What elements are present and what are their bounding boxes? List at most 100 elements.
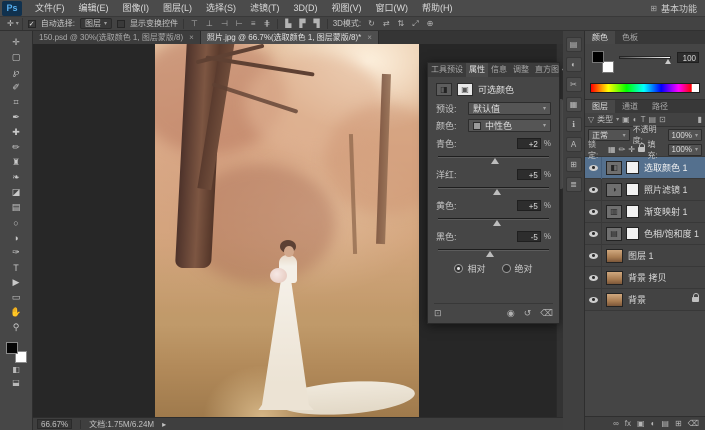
slider-thumb[interactable] bbox=[492, 189, 501, 195]
slider-thumb[interactable] bbox=[492, 220, 501, 226]
eyedropper-tool[interactable]: ✒ bbox=[4, 110, 28, 125]
yellow-value-input[interactable]: +5 bbox=[516, 200, 541, 211]
crop-tool[interactable]: ⌗ bbox=[4, 95, 28, 110]
character-panel-icon[interactable]: A bbox=[565, 137, 582, 152]
tab-properties[interactable]: 属性 bbox=[466, 63, 488, 77]
layer-mask-thumbnail[interactable] bbox=[626, 205, 639, 218]
layer-row-hue-saturation[interactable]: ▤ 色相/饱和度 1 bbox=[585, 222, 705, 245]
layer-row-photo-filter[interactable]: ◑ 照片滤镜 1 bbox=[585, 178, 705, 201]
adjustment-layer-icon[interactable]: ◑ bbox=[606, 182, 622, 197]
visibility-icon[interactable]: ◉ bbox=[507, 308, 515, 319]
color-value-input[interactable]: 100 bbox=[677, 52, 699, 63]
layer-name[interactable]: 选取颜色 1 bbox=[644, 161, 688, 174]
layer-thumbnail[interactable] bbox=[606, 270, 623, 285]
clip-to-layer-icon[interactable]: ⊡ bbox=[434, 308, 442, 319]
document-tab-active[interactable]: 照片.jpg @ 66.7%(选取颜色 1, 图层蒙版/8)* × bbox=[200, 31, 379, 44]
zoom-level-input[interactable]: 66.67% bbox=[37, 419, 73, 429]
rectangular-marquee-tool[interactable]: ▢ bbox=[4, 50, 28, 65]
horizontal-type-tool[interactable]: T bbox=[4, 260, 28, 275]
blur-tool[interactable]: ○ bbox=[4, 215, 28, 230]
rectangle-tool[interactable]: ▭ bbox=[4, 290, 28, 305]
filter-toggle-icon[interactable]: ▮ bbox=[698, 115, 702, 124]
relative-radio-option[interactable]: 相对 bbox=[454, 262, 486, 275]
menu-select[interactable]: 选择(S) bbox=[199, 0, 243, 17]
clone-stamp-tool[interactable]: ♜ bbox=[4, 155, 28, 170]
close-icon[interactable]: × bbox=[367, 33, 372, 42]
opacity-input[interactable]: 100% ▾ bbox=[667, 129, 702, 141]
distribute-icon[interactable]: ▜ bbox=[312, 19, 322, 28]
brush-tool[interactable]: ✏ bbox=[4, 140, 28, 155]
menu-view[interactable]: 视图(V) bbox=[325, 0, 369, 17]
black-value-input[interactable]: -5 bbox=[516, 231, 541, 242]
layer-name[interactable]: 照片滤镜 1 bbox=[644, 183, 688, 196]
tab-histogram[interactable]: 直方图 bbox=[532, 63, 562, 77]
visibility-toggle[interactable] bbox=[585, 178, 602, 201]
lock-all-icon[interactable] bbox=[637, 143, 645, 152]
adjustment-layer-icon[interactable]: ▥ bbox=[606, 204, 622, 219]
color-swatches[interactable] bbox=[5, 341, 27, 363]
workspace-switcher[interactable]: ⊞ 基本功能 bbox=[650, 2, 705, 15]
foreground-color-swatch[interactable] bbox=[6, 342, 18, 354]
eraser-tool[interactable]: ◪ bbox=[4, 185, 28, 200]
spot-healing-brush-tool[interactable]: ✚ bbox=[4, 125, 28, 140]
hand-tool[interactable]: ✋ bbox=[4, 305, 28, 320]
reset-icon[interactable]: ↺ bbox=[524, 308, 532, 319]
menu-layer[interactable]: 图层(L) bbox=[156, 0, 199, 17]
show-transform-checkbox[interactable] bbox=[116, 19, 125, 28]
visibility-toggle[interactable] bbox=[585, 156, 602, 179]
align-bottom-icon[interactable]: ⊥ bbox=[204, 19, 215, 28]
color-swatches[interactable] bbox=[592, 51, 614, 73]
pen-tool[interactable]: ✑ bbox=[4, 245, 28, 260]
menu-image[interactable]: 图像(I) bbox=[116, 0, 157, 17]
layer-row-background-copy[interactable]: 背景 拷贝 bbox=[585, 266, 705, 289]
slider-thumb[interactable] bbox=[486, 251, 495, 257]
visibility-toggle[interactable] bbox=[585, 244, 602, 267]
auto-select-dropdown[interactable]: 图层 ▾ bbox=[79, 18, 112, 29]
menu-3d[interactable]: 3D(D) bbox=[287, 0, 325, 17]
absolute-radio-option[interactable]: 绝对 bbox=[501, 262, 533, 275]
color-dropdown[interactable]: 中性色 ▾ bbox=[468, 119, 551, 132]
lock-transparency-icon[interactable]: ▦ bbox=[608, 145, 616, 154]
screen-mode-button[interactable]: ⬓ bbox=[4, 376, 28, 389]
quick-mask-button[interactable]: ◧ bbox=[4, 363, 28, 376]
layer-row-background[interactable]: 背景 bbox=[585, 288, 705, 311]
document-tab[interactable]: 150.psd @ 30%(选取颜色 1, 图层蒙版/8) × bbox=[33, 31, 201, 44]
3d-roll-icon[interactable]: ⇄ bbox=[381, 19, 392, 28]
visibility-toggle[interactable] bbox=[585, 266, 602, 289]
visibility-toggle[interactable] bbox=[585, 200, 602, 223]
menu-file[interactable]: 文件(F) bbox=[28, 0, 72, 17]
new-adjustment-layer-icon[interactable]: ◐ bbox=[651, 419, 656, 428]
layer-mask-thumbnail[interactable] bbox=[626, 183, 639, 196]
preset-dropdown[interactable]: 默认值 ▾ bbox=[468, 102, 551, 115]
lock-pixels-icon[interactable]: ✏ bbox=[619, 145, 626, 154]
tab-tool-presets[interactable]: 工具预设 bbox=[428, 63, 466, 77]
layer-name[interactable]: 背景 bbox=[628, 293, 646, 306]
distribute-icon[interactable]: ▛ bbox=[297, 19, 307, 28]
delete-adjustment-icon[interactable]: ⌫ bbox=[540, 308, 553, 319]
color-spectrum-ramp[interactable] bbox=[590, 83, 700, 93]
quick-selection-tool[interactable]: ✐ bbox=[4, 80, 28, 95]
distribute-icon[interactable]: ▙ bbox=[283, 19, 293, 28]
styles-panel-icon[interactable]: ✂ bbox=[565, 77, 582, 92]
tab-paths[interactable]: 路径 bbox=[645, 100, 675, 113]
layer-thumbnail[interactable] bbox=[606, 248, 623, 263]
layer-row-layer1[interactable]: 图层 1 bbox=[585, 244, 705, 267]
filter-smart-objects-icon[interactable]: ⊡ bbox=[659, 115, 666, 124]
layer-style-icon[interactable]: fx bbox=[625, 419, 631, 428]
filter-pixel-layers-icon[interactable]: ▣ bbox=[622, 115, 630, 124]
align-middle-icon[interactable]: ⋕ bbox=[262, 19, 273, 28]
adjustment-layer-icon[interactable]: ◧ bbox=[606, 160, 622, 175]
fill-input[interactable]: 100% ▾ bbox=[667, 143, 703, 156]
layer-name[interactable]: 渐变映射 1 bbox=[644, 205, 688, 218]
layer-name[interactable]: 色相/饱和度 1 bbox=[644, 227, 699, 240]
3d-scale-icon[interactable]: ⊕ bbox=[425, 19, 436, 28]
3d-drag-icon[interactable]: ⇅ bbox=[396, 19, 407, 28]
slider-thumb[interactable] bbox=[490, 158, 499, 164]
radio-icon[interactable] bbox=[454, 264, 464, 273]
tab-channels[interactable]: 通道 bbox=[615, 100, 645, 113]
auto-select-checkbox[interactable]: ✓ bbox=[27, 19, 36, 28]
align-center-icon[interactable]: ≡ bbox=[249, 19, 258, 28]
menu-window[interactable]: 窗口(W) bbox=[369, 0, 416, 17]
paragraph-panel-icon[interactable]: ≣ bbox=[565, 177, 582, 192]
close-icon[interactable]: × bbox=[189, 33, 194, 42]
